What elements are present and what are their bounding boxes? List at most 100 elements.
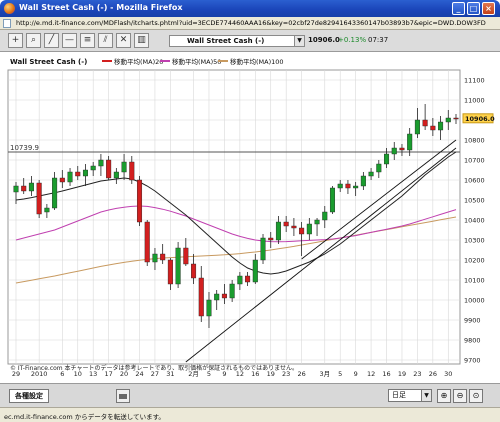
zoom-in-icon[interactable]: ⊕ bbox=[437, 389, 451, 403]
url-text[interactable]: http://e.md.it-finance.com/MDFlash/itcha… bbox=[16, 19, 486, 27]
quote-price: 10906.0 bbox=[308, 36, 340, 44]
candle-body bbox=[59, 177, 65, 183]
delete-tool-icon[interactable]: ✕ bbox=[116, 33, 131, 48]
maximize-button[interactable]: □ bbox=[467, 2, 480, 15]
channel-tool-icon[interactable]: ⫽ bbox=[98, 33, 113, 48]
y-tick-label: 10500 bbox=[464, 197, 485, 205]
fibonacci-tool-icon[interactable]: ≡ bbox=[80, 33, 95, 48]
x-tick-label: 5 bbox=[338, 370, 342, 378]
candle-body bbox=[21, 185, 27, 192]
print-icon[interactable] bbox=[116, 389, 130, 403]
candle-body bbox=[144, 221, 150, 263]
candle-body bbox=[337, 183, 343, 189]
y-tick-label: 11100 bbox=[464, 77, 485, 85]
legend-swatch-ma50 bbox=[160, 60, 170, 62]
candle-body bbox=[113, 171, 119, 179]
candle-body bbox=[314, 219, 320, 225]
close-button[interactable]: × bbox=[482, 2, 495, 15]
candle-body bbox=[13, 185, 19, 193]
candle-body bbox=[136, 179, 143, 223]
candle-body bbox=[345, 183, 351, 189]
candle-body bbox=[353, 185, 359, 189]
legend-swatch-ma20 bbox=[102, 60, 112, 62]
y-tick-label: 10000 bbox=[464, 297, 485, 305]
y-tick-label: 10600 bbox=[464, 177, 485, 185]
crosshair-tool-icon[interactable]: + bbox=[8, 33, 23, 48]
x-tick-label: 12 bbox=[367, 370, 375, 378]
chevron-down-icon[interactable]: ▼ bbox=[421, 390, 431, 401]
chart-legend: Wall Street Cash (-) 移動平均(MA)20 移動平均(MA)… bbox=[10, 57, 284, 66]
chart-area[interactable]: 9700 9800 9900 10000 10100 10200 10300 10400 105… bbox=[0, 52, 500, 383]
x-tick-label: 30 bbox=[444, 370, 452, 378]
page-icon bbox=[3, 19, 11, 28]
line-tool-icon[interactable]: ╱ bbox=[44, 33, 59, 48]
chart-toolbar: + ⌕ ╱ — ≡ ⫽ ✕ ▥ Wall Street Cash (-) ▼ 1… bbox=[0, 30, 500, 52]
legend-swatch-ma100 bbox=[218, 60, 228, 62]
candle-body bbox=[82, 169, 88, 177]
candle-body bbox=[407, 133, 413, 151]
candle-body bbox=[229, 283, 235, 299]
x-tick-label: 26 bbox=[297, 370, 305, 378]
candle-body bbox=[384, 153, 390, 165]
candle-body bbox=[175, 247, 181, 285]
y-tick-label: 10800 bbox=[464, 137, 485, 145]
candle-body bbox=[445, 117, 451, 123]
candle-body bbox=[268, 237, 274, 241]
y-tick-label: 10200 bbox=[464, 257, 485, 265]
price-tag-label: 10906.0 bbox=[465, 115, 495, 123]
candle-body bbox=[360, 175, 366, 187]
bottom-toolbar: 各種設定 日足 ▼ ⊕ ⊖ ⊙ bbox=[0, 383, 500, 407]
period-select[interactable]: 日足 ▼ bbox=[388, 389, 432, 402]
trash-icon[interactable]: ▥ bbox=[134, 33, 149, 48]
x-tick-label: 9 bbox=[354, 370, 358, 378]
x-tick-label: 23 bbox=[413, 370, 421, 378]
y-tick-label: 10100 bbox=[464, 277, 485, 285]
candle-body bbox=[129, 161, 135, 181]
candle-body bbox=[376, 163, 382, 173]
price-chart[interactable]: 9700 9800 9900 10000 10100 10200 10300 10400 105… bbox=[0, 52, 500, 383]
candle-body bbox=[260, 237, 266, 261]
candle-body bbox=[368, 171, 374, 177]
candle-body bbox=[36, 182, 42, 215]
firefox-icon bbox=[4, 3, 15, 14]
copyright-notice: © IT-Finance.com 本チャートのデータは参考レートであり、取引価格… bbox=[10, 364, 298, 372]
legend-main: Wall Street Cash (-) bbox=[10, 58, 87, 66]
zoom-out-icon[interactable]: ⊖ bbox=[453, 389, 467, 403]
instrument-select[interactable]: Wall Street Cash (-) ▼ bbox=[169, 35, 305, 47]
minimize-button[interactable]: _ bbox=[452, 2, 465, 15]
window-title: Wall Street Cash (-) - Mozilla Firefox bbox=[19, 3, 183, 12]
address-bar[interactable]: http://e.md.it-finance.com/MDFlash/itcha… bbox=[0, 17, 500, 30]
candle-body bbox=[160, 253, 166, 261]
candle-body bbox=[275, 221, 281, 241]
candle-body bbox=[198, 277, 204, 317]
candle-body bbox=[214, 293, 220, 301]
zoom-tool-icon[interactable]: ⌕ bbox=[26, 33, 41, 48]
legend-ma100: 移動平均(MA)100 bbox=[230, 57, 284, 66]
candle-body bbox=[167, 259, 173, 285]
candle-body bbox=[183, 247, 189, 265]
quote-time: 07:37 bbox=[368, 36, 389, 44]
horizontal-line-tool-icon[interactable]: — bbox=[62, 33, 77, 48]
candle-body bbox=[52, 177, 58, 209]
candle-body bbox=[75, 171, 81, 177]
chevron-down-icon[interactable]: ▼ bbox=[294, 36, 304, 46]
x-tick-label: 19 bbox=[398, 370, 406, 378]
candle-body bbox=[399, 147, 405, 151]
candle-body bbox=[90, 165, 96, 171]
candle-body bbox=[44, 207, 50, 213]
instrument-name: Wall Street Cash (-) bbox=[187, 37, 265, 45]
candle-body bbox=[299, 227, 305, 235]
x-tick-label: 26 bbox=[429, 370, 437, 378]
y-tick-label: 9700 bbox=[464, 357, 481, 365]
candle-body bbox=[206, 299, 212, 317]
candle-body bbox=[191, 263, 197, 279]
candle-body bbox=[391, 147, 397, 155]
y-tick-label: 11000 bbox=[464, 97, 485, 105]
settings-button[interactable]: 各種設定 bbox=[9, 389, 49, 403]
candle-body bbox=[283, 221, 289, 227]
current-price-tag: 10906.0 bbox=[462, 113, 495, 124]
zoom-reset-icon[interactable]: ⊙ bbox=[469, 389, 483, 403]
y-tick-label: 10400 bbox=[464, 217, 485, 225]
candle-body bbox=[152, 253, 158, 263]
x-tick-label: 16 bbox=[382, 370, 390, 378]
